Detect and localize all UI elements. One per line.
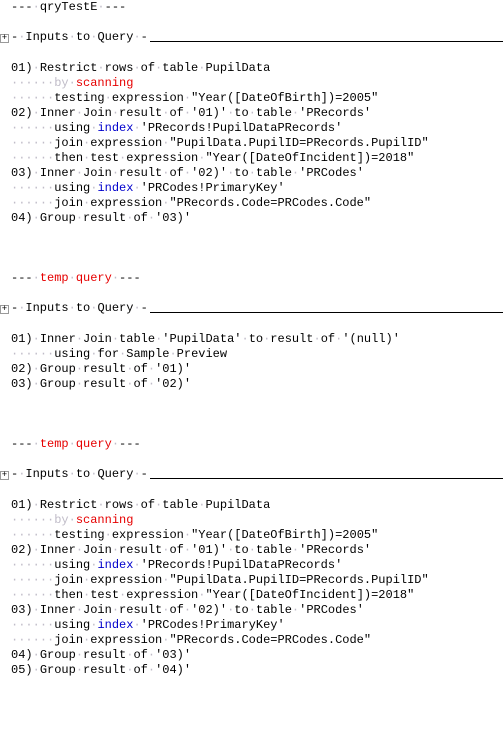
divider-rule xyxy=(150,472,503,479)
tree-expander-icon[interactable]: + xyxy=(0,34,9,43)
plan-step-line: 02)·Group·result·of·'01)' xyxy=(11,362,503,377)
divider-rule xyxy=(150,35,503,42)
inputs-section-header: +-·Inputs·to·Query·- xyxy=(0,30,503,46)
plan-step-line: ······join·expression·"PRecords.Code=PRC… xyxy=(11,196,503,211)
plan-step-line: ······testing·expression·"Year([DateOfBi… xyxy=(11,91,503,106)
plan-step-line: 01)·Restrict·rows·of·table·PupilData xyxy=(11,61,503,76)
plan-step-line: 03)·Group·result·of·'02)' xyxy=(11,377,503,392)
inputs-section-header: +-·Inputs·to·Query·- xyxy=(0,467,503,483)
query-plan-body: 01)·Inner·Join·table·'PupilData'·to·resu… xyxy=(0,332,503,392)
plan-step-line: 01)·Inner·Join·table·'PupilData'·to·resu… xyxy=(11,332,503,347)
tree-expander-icon[interactable]: + xyxy=(0,471,9,480)
divider-rule xyxy=(150,306,503,313)
plan-step-line: 03)·Inner·Join·result·of·'02)'·to·table·… xyxy=(11,166,503,181)
plan-step-line: 02)·Inner·Join·result·of·'01)'·to·table·… xyxy=(11,106,503,121)
query-plan-header: ---·temp·query·--- xyxy=(0,271,503,286)
plan-step-line: ······using·for·Sample·Preview xyxy=(11,347,503,362)
plan-step-line: ······by·scanning xyxy=(11,513,503,528)
query-plan-header: ---·qryTestE·--- xyxy=(0,0,503,15)
plan-step-line: 01)·Restrict·rows·of·table·PupilData xyxy=(11,498,503,513)
plan-step-line: ······using·index·'PRCodes!PrimaryKey' xyxy=(11,181,503,196)
plan-step-line: 05)·Group·result·of·'04)' xyxy=(11,663,503,678)
inputs-section-title: -·Inputs·to·Query·- xyxy=(11,467,148,483)
plan-step-line: 03)·Inner·Join·result·of·'02)'·to·table·… xyxy=(11,603,503,618)
inputs-section-header: +-·Inputs·to·Query·- xyxy=(0,301,503,317)
plan-step-line: ······testing·expression·"Year([DateOfBi… xyxy=(11,528,503,543)
inputs-section-title: -·Inputs·to·Query·- xyxy=(11,30,148,46)
plan-step-line: 02)·Inner·Join·result·of·'01)'·to·table·… xyxy=(11,543,503,558)
plan-step-line: ······join·expression·"PupilData.PupilID… xyxy=(11,136,503,151)
query-plan-body: 01)·Restrict·rows·of·table·PupilData····… xyxy=(0,498,503,678)
plan-step-line: 04)·Group·result·of·'03)' xyxy=(11,211,503,226)
query-plan-header: ---·temp·query·--- xyxy=(0,437,503,452)
plan-step-line: 04)·Group·result·of·'03)' xyxy=(11,648,503,663)
plan-step-line: ······join·expression·"PRecords.Code=PRC… xyxy=(11,633,503,648)
plan-step-line: ······join·expression·"PupilData.PupilID… xyxy=(11,573,503,588)
plan-step-line: ······then·test·expression·"Year([DateOf… xyxy=(11,151,503,166)
plan-step-line: ······using·index·'PRecords!PupilDataPRe… xyxy=(11,558,503,573)
tree-expander-icon[interactable]: + xyxy=(0,305,9,314)
plan-step-line: ······using·index·'PRCodes!PrimaryKey' xyxy=(11,618,503,633)
plan-step-line: ······using·index·'PRecords!PupilDataPRe… xyxy=(11,121,503,136)
inputs-section-title: -·Inputs·to·Query·- xyxy=(11,301,148,317)
query-plan-body: 01)·Restrict·rows·of·table·PupilData····… xyxy=(0,61,503,226)
plan-step-line: ······then·test·expression·"Year([DateOf… xyxy=(11,588,503,603)
plan-step-line: ······by·scanning xyxy=(11,76,503,91)
